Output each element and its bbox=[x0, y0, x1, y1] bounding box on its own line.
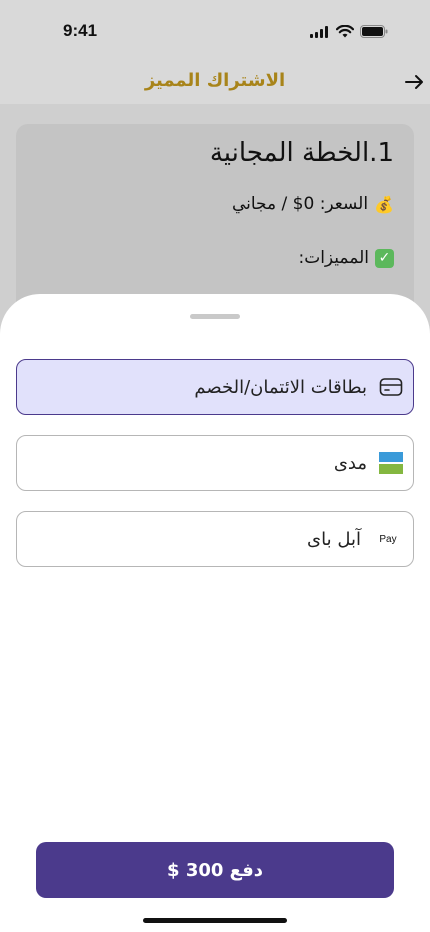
payment-option-label: آبل باى bbox=[307, 528, 361, 550]
header: الاشتراك المميز bbox=[0, 62, 430, 104]
plan-price-text: السعر: 0$ / مجاني bbox=[231, 194, 369, 214]
plan-features-label: المميزات: bbox=[298, 248, 369, 268]
payment-option-label: مدى bbox=[333, 452, 367, 474]
status-icons bbox=[310, 25, 388, 38]
apple-pay-icon: Pay bbox=[379, 533, 397, 545]
plan-title: 1.الخطة المجانية bbox=[209, 138, 394, 168]
status-bar: 9:41 bbox=[0, 0, 430, 62]
battery-icon bbox=[360, 25, 388, 38]
money-bag-icon: 💰 bbox=[374, 194, 394, 214]
checkmark-icon: ✓ bbox=[375, 248, 394, 268]
page-title: الاشتراك المميز bbox=[144, 70, 286, 91]
credit-card-icon bbox=[377, 373, 405, 401]
cellular-signal-icon bbox=[310, 25, 328, 38]
status-time: 9:41 bbox=[63, 21, 98, 40]
plan-features: ✓ المميزات: bbox=[298, 248, 394, 268]
payment-option-apple-pay[interactable]: آبل باى Pay bbox=[16, 511, 414, 567]
pay-button[interactable]: دفع 300 $ bbox=[36, 842, 394, 898]
payment-option-label: بطاقات الائتمان/الخصم bbox=[194, 376, 367, 398]
home-indicator[interactable] bbox=[143, 918, 287, 923]
wifi-icon bbox=[336, 25, 354, 38]
payment-option-card[interactable]: بطاقات الائتمان/الخصم bbox=[16, 359, 414, 415]
payment-sheet: بطاقات الائتمان/الخصم مدى آبل باى Pay bbox=[0, 294, 430, 932]
mada-icon bbox=[377, 449, 405, 477]
payment-option-mada[interactable]: مدى bbox=[16, 435, 414, 491]
sheet-grabber[interactable] bbox=[190, 314, 240, 319]
back-arrow-icon[interactable] bbox=[402, 70, 426, 94]
plan-price: 💰 السعر: 0$ / مجاني bbox=[232, 194, 394, 214]
